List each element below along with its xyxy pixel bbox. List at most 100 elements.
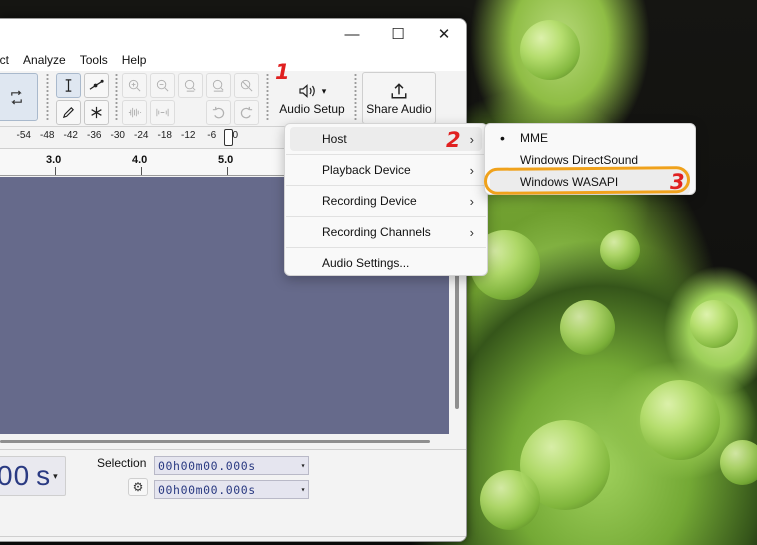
menu-item-recording-channels[interactable]: Recording Channels › xyxy=(290,220,482,244)
ruler-label: 3.0 xyxy=(46,154,62,166)
meter-tick: -24 xyxy=(134,130,149,141)
chevron-right-icon: › xyxy=(469,131,474,147)
menu-item-label: Recording Device xyxy=(322,194,417,208)
maximize-icon: ☐ xyxy=(391,26,405,43)
zoom-in-icon xyxy=(128,79,141,92)
share-audio-button[interactable]: Share Audio xyxy=(362,72,436,124)
loop-button[interactable] xyxy=(0,73,38,121)
meter-tick: -42 xyxy=(63,130,78,141)
menu-help[interactable]: Help xyxy=(115,49,154,71)
meter-tick: -18 xyxy=(157,130,172,141)
time-unit: s xyxy=(36,460,52,491)
envelope-tool-button[interactable] xyxy=(84,73,109,98)
envelope-icon xyxy=(89,79,104,90)
silence-button[interactable] xyxy=(150,100,175,125)
zoom-out-icon xyxy=(156,79,169,92)
chevron-right-icon: › xyxy=(469,193,474,209)
chevron-right-icon: › xyxy=(469,224,474,240)
time-display[interactable]: 00 s ▾ xyxy=(0,456,66,496)
close-button[interactable]: ✕ xyxy=(421,19,466,49)
ruler-label: 5.0 xyxy=(218,154,234,166)
zoom-selection-icon xyxy=(184,79,196,92)
silence-audio-icon xyxy=(156,108,169,117)
meter-scale: -54 -48 -42 -36 -30 -24 -18 -12 -6 0 xyxy=(12,130,247,141)
menu-item-label: Host xyxy=(322,132,347,146)
zoom-in-button[interactable] xyxy=(122,73,147,98)
annotation-highlight-oval xyxy=(483,166,691,195)
host-item-mme[interactable]: • MME xyxy=(490,126,690,150)
menu-item-label: Recording Channels xyxy=(322,225,431,239)
menu-item-label: Playback Device xyxy=(322,163,411,177)
selection-start-value: 00h00m00.000s xyxy=(158,458,256,473)
selected-bullet-icon: • xyxy=(500,130,505,146)
zoom-out-button[interactable] xyxy=(150,73,175,98)
meter-tick: -30 xyxy=(110,130,125,141)
menu-separator xyxy=(286,247,486,248)
toolbar-grip[interactable] xyxy=(115,73,118,121)
pencil-icon xyxy=(62,107,74,119)
ruler-label: 4.0 xyxy=(132,154,148,166)
zoom-toggle-icon xyxy=(240,79,253,92)
fit-selection-button[interactable] xyxy=(178,73,203,98)
menu-effect[interactable]: ect xyxy=(0,49,16,71)
selection-options-button[interactable]: ⚙ xyxy=(128,478,148,496)
time-format-caret: ▾ xyxy=(53,470,59,481)
title-bar: — ☐ ✕ xyxy=(0,19,466,49)
zoom-fit-icon xyxy=(212,79,224,92)
ruler-tick xyxy=(141,167,142,175)
selection-toolbar: 00 s ▾ Selection ⚙ 00h00m00.000s ▾ 00h00… xyxy=(0,449,466,541)
speaker-icon xyxy=(299,84,315,98)
meter-tick: -48 xyxy=(40,130,55,141)
minimize-button[interactable]: — xyxy=(329,19,375,49)
menu-analyze[interactable]: Analyze xyxy=(16,49,73,71)
toolbar-grip[interactable] xyxy=(354,73,357,121)
chevron-right-icon: › xyxy=(469,162,474,178)
time-value: 00 xyxy=(0,460,31,491)
toolbar-grip[interactable] xyxy=(266,73,269,121)
horizontal-scroll-thumb[interactable] xyxy=(0,440,430,443)
menu-separator xyxy=(286,185,486,186)
toolbar-grip[interactable] xyxy=(46,73,49,121)
close-icon: ✕ xyxy=(437,26,451,43)
menu-item-label: Audio Settings... xyxy=(322,256,410,270)
selection-end-caret[interactable]: ▾ xyxy=(301,485,306,494)
selection-start-caret[interactable]: ▾ xyxy=(301,461,306,470)
host-item-label: MME xyxy=(520,131,548,145)
toolbar: ▾ Audio Setup Share Audio xyxy=(0,71,466,127)
meter-slider-handle[interactable] xyxy=(224,129,233,146)
trim-button[interactable] xyxy=(122,100,147,125)
menu-item-recording-device[interactable]: Recording Device › xyxy=(290,189,482,213)
menu-separator xyxy=(286,216,486,217)
audacity-window: — ☐ ✕ ect Analyze Tools Help xyxy=(0,18,467,542)
audio-setup-caret: ▾ xyxy=(321,85,327,96)
ruler-tick xyxy=(55,167,56,175)
fit-project-button[interactable] xyxy=(206,73,231,98)
undo-button[interactable] xyxy=(206,100,231,125)
share-upload-icon xyxy=(391,83,407,99)
zoom-toggle-button[interactable] xyxy=(234,73,259,98)
ruler-tick xyxy=(227,167,228,175)
menu-tools[interactable]: Tools xyxy=(73,49,115,71)
bottom-divider xyxy=(0,536,466,537)
horizontal-scrollbar[interactable] xyxy=(0,436,449,448)
maximize-button[interactable]: ☐ xyxy=(375,19,421,49)
selection-tool-button[interactable] xyxy=(56,73,81,98)
gear-icon: ⚙ xyxy=(132,480,144,494)
menu-bar: ect Analyze Tools Help xyxy=(0,49,466,71)
meter-tick: -6 xyxy=(207,130,217,141)
menu-item-playback-device[interactable]: Playback Device › xyxy=(290,158,482,182)
selection-label: Selection xyxy=(97,456,147,470)
redo-button[interactable] xyxy=(234,100,259,125)
meter-tick: -54 xyxy=(16,130,31,141)
annotation-step-1: 1 xyxy=(275,60,290,84)
annotation-step-2: 2 xyxy=(446,128,461,152)
minimize-icon: — xyxy=(344,25,360,43)
redo-icon xyxy=(240,106,253,119)
audio-setup-label: Audio Setup xyxy=(279,102,345,116)
draw-tool-button[interactable] xyxy=(56,100,81,125)
selection-start-field[interactable]: 00h00m00.000s ▾ xyxy=(154,456,309,475)
menu-separator xyxy=(286,154,486,155)
multi-tool-button[interactable] xyxy=(84,100,109,125)
selection-end-field[interactable]: 00h00m00.000s ▾ xyxy=(154,480,309,499)
menu-item-audio-settings[interactable]: Audio Settings... xyxy=(290,251,482,275)
